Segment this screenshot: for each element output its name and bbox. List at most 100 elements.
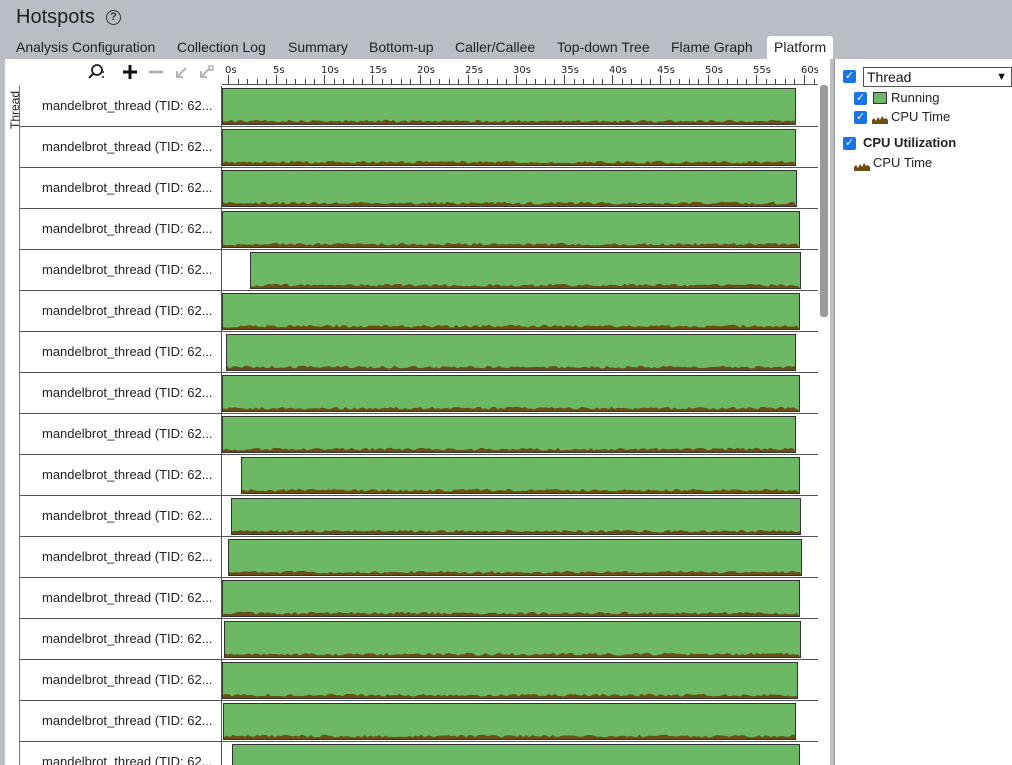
ruler-tick	[372, 75, 373, 84]
zoom-out-arrow-icon[interactable]	[173, 63, 191, 81]
running-checkbox[interactable]: ✓	[854, 92, 867, 105]
thread-row[interactable]: mandelbrot_thread (TID: 62...	[20, 86, 818, 127]
ruler-tick	[477, 79, 479, 84]
thread-track[interactable]	[222, 86, 818, 126]
thread-row[interactable]: mandelbrot_thread (TID: 62...	[20, 455, 818, 496]
help-icon[interactable]: ?	[106, 10, 121, 25]
running-bar[interactable]	[241, 457, 800, 494]
tab-summary[interactable]: Summary	[288, 36, 348, 59]
legend-panel: ✓ Thread ▼ ✓ Running ✓ CPU Time ✓ CPU Ut…	[834, 59, 1012, 765]
thread-row[interactable]: mandelbrot_thread (TID: 62...	[20, 250, 818, 291]
running-bar[interactable]	[223, 621, 801, 658]
tab-flame-graph[interactable]: Flame Graph	[671, 36, 753, 59]
running-bar[interactable]	[222, 580, 800, 617]
ruler-tick	[765, 79, 767, 84]
ruler-tick	[784, 79, 786, 84]
thread-track[interactable]	[222, 537, 818, 577]
thread-name: mandelbrot_thread (TID: 62...	[20, 619, 222, 660]
running-bar[interactable]	[222, 416, 797, 453]
thread-track[interactable]	[222, 619, 818, 659]
reset-zoom-icon[interactable]	[197, 63, 215, 81]
thread-track[interactable]	[222, 578, 818, 618]
tab-analysis-configuration[interactable]: Analysis Configuration	[16, 36, 155, 59]
tab-collection-log[interactable]: Collection Log	[177, 36, 266, 59]
running-bar[interactable]	[222, 88, 797, 125]
thread-track[interactable]	[222, 291, 818, 331]
tab-caller-callee[interactable]: Caller/Callee	[455, 36, 535, 59]
thread-track[interactable]	[222, 250, 818, 290]
thread-track[interactable]	[222, 209, 818, 249]
thread-row[interactable]: mandelbrot_thread (TID: 62...	[20, 619, 818, 660]
thread-row[interactable]: mandelbrot_thread (TID: 62...	[20, 291, 818, 332]
thread-track[interactable]	[222, 168, 818, 208]
ruler-tick	[621, 79, 623, 84]
scrollbar-thumb[interactable]	[820, 85, 828, 317]
grouping-select[interactable]: Thread ▼	[863, 67, 1012, 87]
running-bar[interactable]	[222, 703, 797, 740]
minus-icon[interactable]	[147, 63, 165, 81]
thread-name: mandelbrot_thread (TID: 62...	[20, 332, 222, 373]
thread-name: mandelbrot_thread (TID: 62...	[20, 414, 222, 455]
thread-row[interactable]: mandelbrot_thread (TID: 62...	[20, 701, 818, 742]
ruler-tick	[583, 79, 585, 84]
thread-track[interactable]	[222, 496, 818, 536]
thread-row[interactable]: mandelbrot_thread (TID: 62...	[20, 168, 818, 209]
cpu-time-strip	[224, 652, 800, 657]
thread-row[interactable]: mandelbrot_thread (TID: 62...	[20, 414, 818, 455]
ruler-tick	[698, 79, 700, 84]
plus-icon[interactable]	[121, 63, 139, 81]
running-bar[interactable]	[231, 744, 800, 765]
running-bar[interactable]	[222, 375, 800, 412]
cpu-time-checkbox[interactable]: ✓	[854, 111, 867, 124]
running-bar[interactable]	[222, 662, 798, 699]
thread-track[interactable]	[222, 455, 818, 495]
cpu-time-strip	[250, 283, 800, 288]
ruler-tick	[496, 79, 498, 84]
cpu-time-strip	[223, 693, 797, 698]
thread-track[interactable]	[222, 414, 818, 454]
thread-row[interactable]: mandelbrot_thread (TID: 62...	[20, 537, 818, 578]
ruler-tick	[420, 75, 421, 84]
running-bar[interactable]	[222, 170, 798, 207]
ruler-tick	[333, 79, 335, 84]
ruler-tick	[439, 79, 441, 84]
thread-track[interactable]	[222, 373, 818, 413]
running-bar[interactable]	[222, 129, 797, 166]
thread-row[interactable]: mandelbrot_thread (TID: 62...	[20, 660, 818, 701]
running-bar[interactable]	[227, 539, 802, 576]
legend-running-label: Running	[891, 90, 940, 105]
thread-track[interactable]	[222, 127, 818, 167]
legend-cpu-utilization-cpu-time: CPU Time	[873, 155, 933, 170]
ruler-tick	[727, 79, 729, 84]
thread-row[interactable]: mandelbrot_thread (TID: 62...	[20, 742, 818, 765]
thread-row[interactable]: mandelbrot_thread (TID: 62...	[20, 332, 818, 373]
thread-checkbox[interactable]: ✓	[843, 70, 856, 83]
thread-row[interactable]: mandelbrot_thread (TID: 62...	[20, 578, 818, 619]
running-bar[interactable]	[225, 334, 797, 371]
tab-bottom-up[interactable]: Bottom-up	[369, 36, 434, 59]
thread-track[interactable]	[222, 332, 818, 372]
vertical-scrollbar[interactable]	[818, 85, 830, 765]
cpu-time-strip	[223, 119, 796, 124]
tab-bar: Analysis Configuration Collection Log Su…	[0, 36, 1012, 59]
thread-name: mandelbrot_thread (TID: 62...	[20, 209, 222, 250]
cpu-utilization-checkbox[interactable]: ✓	[843, 137, 856, 150]
thread-track[interactable]	[222, 742, 818, 765]
legend-cpu-utilization-header: CPU Utilization	[863, 135, 957, 150]
running-swatch-icon	[873, 92, 887, 104]
tab-platform[interactable]: Platform	[767, 36, 834, 59]
zoom-search-icon[interactable]	[87, 63, 105, 81]
thread-row[interactable]: mandelbrot_thread (TID: 62...	[20, 496, 818, 537]
running-bar[interactable]	[222, 211, 800, 248]
ruler-tick	[295, 79, 297, 84]
running-bar[interactable]	[249, 252, 801, 289]
thread-row[interactable]: mandelbrot_thread (TID: 62...	[20, 209, 818, 250]
tab-top-down-tree[interactable]: Top-down Tree	[557, 36, 650, 59]
thread-row[interactable]: mandelbrot_thread (TID: 62...	[20, 373, 818, 414]
running-bar[interactable]	[222, 293, 800, 330]
thread-track[interactable]	[222, 660, 818, 700]
running-bar[interactable]	[230, 498, 801, 535]
thread-track[interactable]	[222, 701, 818, 741]
ruler-tick	[573, 79, 575, 84]
thread-row[interactable]: mandelbrot_thread (TID: 62...	[20, 127, 818, 168]
